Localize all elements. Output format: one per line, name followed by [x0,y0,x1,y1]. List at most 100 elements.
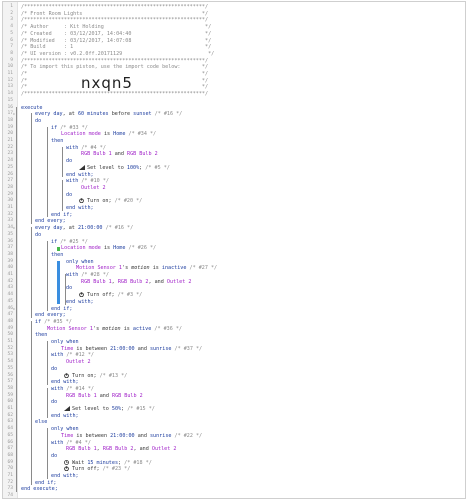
line-number: 71 [7,473,13,478]
piston-code-view: 1 2 3 4 5 6 7 8 9 10 11 12 13 14 15 16 17 18 19 20 21 22 23 24 2… [2,1,466,499]
set-level-icon [79,164,85,172]
line-number: 74 [7,493,13,499]
line-number: 25 [7,164,13,170]
condition[interactable]: Location mode is Home /* #34 */ [61,131,156,138]
end-if: end if; [51,305,73,312]
if-statement[interactable]: if /* #33 */ [51,125,88,132]
line-number: 35 [7,231,13,237]
line-number: 15 [7,97,13,103]
power-icon [64,372,69,380]
line-number: 24 [7,158,13,164]
else-keyword: else [35,419,48,426]
task[interactable]: Turn off; /* #3 */ [87,292,142,299]
line-number: 34 [7,225,13,231]
line-number: 7 [10,44,13,50]
piston-name-comment: /* Front Room Lights */ [21,10,209,17]
condition[interactable]: Location mode is Home /* #26 */ [61,245,156,252]
end-every: end every; [35,218,66,225]
do-keyword: do [51,399,58,406]
line-number: 11 [7,71,13,76]
end-with: end with; [66,205,94,211]
line-number: 18 [7,117,13,123]
line-number: 31 [7,205,13,210]
block-guide [16,106,17,493]
do-keyword: do [35,117,42,124]
block-guide [62,146,63,178]
with-statement[interactable]: with /* #12 */ [51,352,94,359]
execute-keyword: execute [21,104,43,111]
line-number: 47 [7,312,13,318]
line-number: 4 [10,24,13,30]
with-statement[interactable]: with /* #10 */ [66,178,109,185]
line-number: 48 [7,318,13,324]
line-number: 20 [7,131,13,137]
end-if: end if; [35,479,57,486]
device-list: RGB Bulb 1 and RGB Bulb 2 [81,151,158,158]
line-number: 41 [7,272,13,277]
condition-indicator [57,260,60,305]
if-statement[interactable]: if /* #35 */ [35,319,72,326]
line-number: 64 [7,426,13,432]
end-with: end with; [66,298,94,305]
line-number: 21 [7,138,13,143]
created-comment: /* Created : 03/12/2017, 14:04:40 */ [21,30,212,37]
task[interactable]: Wait 15 minutes; /* #18 */ [72,460,152,467]
end-every: end every; [35,312,66,319]
line-number: 55 [7,365,13,371]
if-statement[interactable]: if /* #25 */ [51,239,88,246]
with-statement[interactable]: with /* #14 */ [51,386,94,393]
line-number: 10 [7,64,13,70]
block-guide [47,240,48,312]
condition[interactable]: Time is between 21:00:00 and sunrise /* … [61,346,202,353]
device-list: Outlet 2 [66,359,91,366]
with-statement[interactable]: with /* #4 */ [51,440,91,447]
with-statement[interactable]: with /* #4 */ [66,145,106,152]
comment-line: /***************************************… [21,91,209,98]
condition[interactable]: Time is between 21:00:00 and sunrise /* … [61,433,202,440]
every-statement[interactable]: every day, at 60 minutes before sunset /… [35,111,182,118]
line-number: 1 [10,4,13,9]
end-with: end with; [66,171,94,178]
line-number: 28 [7,184,13,190]
condition[interactable]: Motion Sensor 1's motion is inactive /* … [76,265,217,272]
then-keyword: then [51,138,64,144]
block-guide [31,320,32,486]
task[interactable]: Turn on; /* #20 */ [87,198,142,205]
with-statement[interactable]: with /* #28 */ [66,272,109,279]
line-number: 60 [7,399,13,405]
condition[interactable]: Motion Sensor 1's motion is active /* #3… [47,326,182,333]
line-number: 67 [7,446,13,452]
line-number: 51 [7,339,13,344]
line-number: 70 [7,466,13,472]
do-keyword: do [66,285,73,292]
block-guide [47,341,48,385]
line-number: 27 [7,178,13,184]
do-keyword: do [35,231,42,238]
then-keyword: then [35,332,48,339]
comment-line: /***************************************… [21,4,209,10]
task[interactable]: Turn off; /* #23 */ [72,466,130,473]
task[interactable]: Turn on; /* #13 */ [72,373,127,380]
task[interactable]: Set level to 50%; /* #15 */ [72,406,155,413]
line-number: 50 [7,332,13,338]
every-statement[interactable]: every day, at 21:00:00 /* #16 */ [35,225,133,232]
device-list: RGB Bulb 1, RGB Bulb 2, and Outlet 2 [81,278,192,285]
line-number: 37 [7,245,13,251]
line-number: 5 [10,30,13,36]
import-code[interactable]: nxqn5 [81,74,133,92]
line-number: 65 [7,432,13,438]
end-with: end with; [51,473,79,479]
ui-version-comment: /* UI version : v0.2.0ff.20171129 */ [21,50,215,57]
block-guide [47,428,48,479]
end-with: end with; [51,379,79,386]
trigger-indicator [57,247,60,251]
line-number: 14 [7,91,13,97]
line-number: 40 [7,265,13,271]
end-if: end if; [51,211,73,218]
build-comment: /* Build : 1 */ [21,44,212,51]
block-guide [65,274,66,305]
end-with: end with; [51,412,79,419]
comment-line: /***************************************… [21,57,209,64]
task[interactable]: Set level to 100%; /* #5 */ [87,165,170,172]
import-comment: /* To import this piston, use the import… [21,64,209,71]
